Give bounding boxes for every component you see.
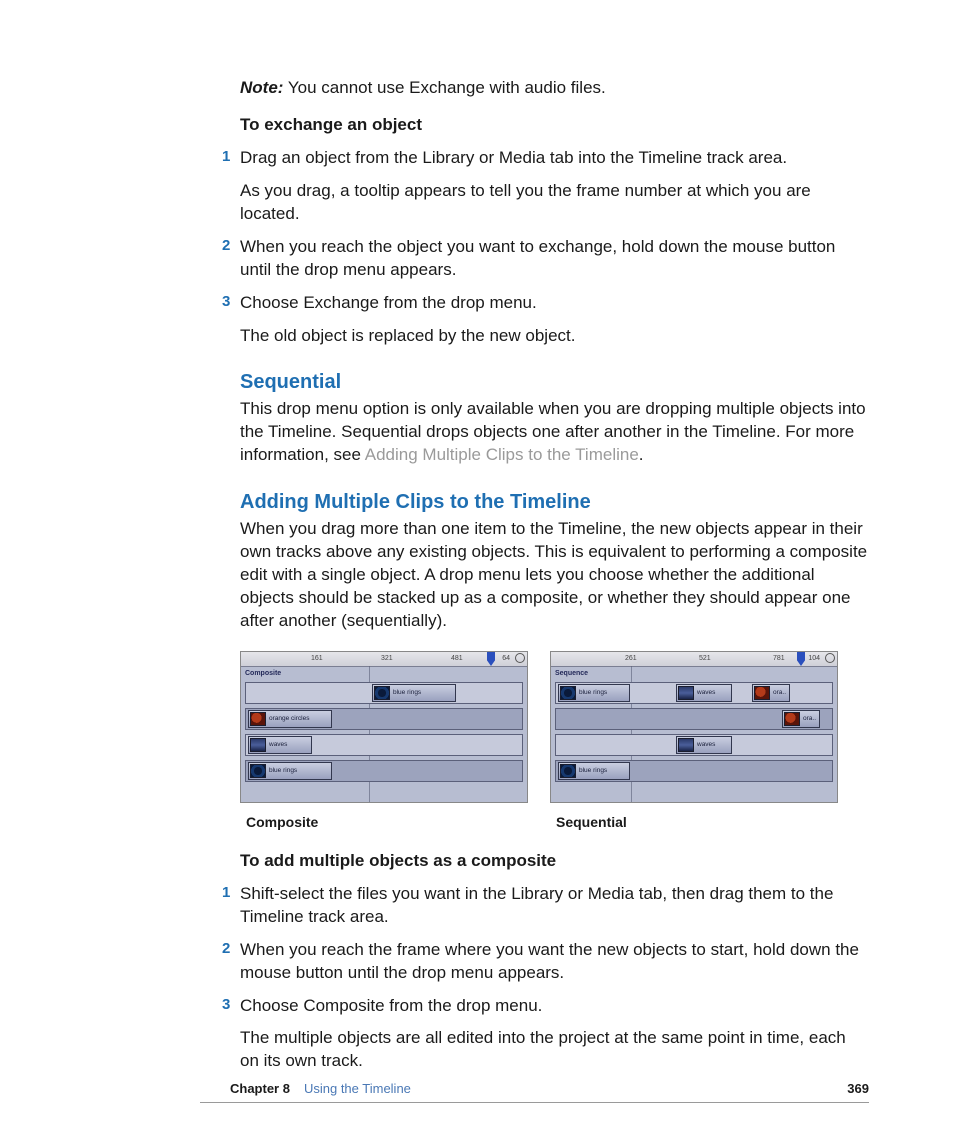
timeline-track: blue rings — [245, 760, 523, 782]
list-item: 3 Choose Exchange from the drop menu. Th… — [240, 292, 869, 348]
clip: ora.. — [782, 710, 820, 728]
ruler-tick: 261 — [625, 654, 637, 663]
footer-page: 369 — [847, 1080, 869, 1098]
timeline-track: waves — [555, 734, 833, 756]
clip: orange circles — [248, 710, 332, 728]
list-item: 3 Choose Composite from the drop menu. T… — [240, 995, 869, 1074]
footer-title: Using the Timeline — [304, 1080, 411, 1098]
ruler-tick: 161 — [311, 654, 323, 663]
clip-thumb-icon — [754, 686, 770, 700]
list-item: 2 When you reach the object you want to … — [240, 236, 869, 282]
zoom-icon — [825, 653, 835, 663]
timeline-ruler: 161 321 481 64 — [241, 652, 527, 667]
step-text: When you reach the object you want to ex… — [240, 236, 869, 282]
figure-sequential: 261 521 781 104 Sequence blue rings — [550, 651, 838, 832]
clip: blue rings — [558, 762, 630, 780]
ruler-tick: 521 — [699, 654, 711, 663]
note-text: You cannot use Exchange with audio files… — [288, 78, 606, 97]
clip-label: ora.. — [773, 689, 786, 698]
timeline-composite: 161 321 481 64 Composite 3 Objects blue … — [240, 651, 528, 803]
step-text: Drag an object from the Library or Media… — [240, 147, 869, 170]
group-label: Sequence — [555, 669, 588, 678]
step-number: 2 — [222, 939, 230, 959]
playhead-icon — [487, 652, 495, 666]
sequential-heading: Sequential — [240, 369, 869, 396]
timeline-ruler: 261 521 781 104 — [551, 652, 837, 667]
exchange-heading: To exchange an object — [240, 114, 869, 137]
step-number: 1 — [222, 883, 230, 903]
step-text: Choose Exchange from the drop menu. — [240, 292, 869, 315]
footer-chapter: Chapter 8 — [230, 1080, 290, 1098]
clip-label: blue rings — [269, 767, 297, 776]
note-line: Note: You cannot use Exchange with audio… — [240, 77, 869, 100]
clip-thumb-icon — [250, 712, 266, 726]
group-label: Composite — [245, 669, 281, 678]
step-text: Choose Composite from the drop menu. — [240, 995, 869, 1018]
clip-thumb-icon — [678, 738, 694, 752]
list-item: 2 When you reach the frame where you wan… — [240, 939, 869, 985]
list-item: 1 Drag an object from the Library or Med… — [240, 147, 869, 226]
adding-heading: Adding Multiple Clips to the Timeline — [240, 489, 869, 516]
clip-thumb-icon — [560, 764, 576, 778]
step-text: Shift-select the files you want in the L… — [240, 883, 869, 929]
clip: blue rings — [372, 684, 456, 702]
clip-thumb-icon — [250, 738, 266, 752]
adding-body: When you drag more than one item to the … — [240, 518, 869, 633]
clip-thumb-icon — [250, 764, 266, 778]
figure-composite: 161 321 481 64 Composite 3 Objects blue … — [240, 651, 528, 832]
sequential-body: This drop menu option is only available … — [240, 398, 869, 467]
clip: waves — [676, 736, 732, 754]
note-label: Note: — [240, 78, 283, 97]
seq-body-b: . — [639, 445, 644, 464]
timeline-track: waves — [245, 734, 523, 756]
timeline-sequential: 261 521 781 104 Sequence blue rings — [550, 651, 838, 803]
ruler-tick: 481 — [451, 654, 463, 663]
clip-label: waves — [697, 741, 715, 750]
figures-row: 161 321 481 64 Composite 3 Objects blue … — [240, 651, 869, 832]
clip-thumb-icon — [784, 712, 800, 726]
figure-caption: Sequential — [556, 813, 838, 832]
timeline-track: ora.. — [555, 708, 833, 730]
step-number: 2 — [222, 236, 230, 256]
step-number: 1 — [222, 147, 230, 167]
playhead-icon — [797, 652, 805, 666]
clip-label: ora.. — [803, 715, 816, 724]
clip: ora.. — [752, 684, 790, 702]
step-after: The old object is replaced by the new ob… — [240, 325, 869, 348]
timeline-track: blue rings — [245, 682, 523, 704]
clip: waves — [248, 736, 312, 754]
timeline-track: orange circles — [245, 708, 523, 730]
clip-thumb-icon — [560, 686, 576, 700]
list-item: 1 Shift-select the files you want in the… — [240, 883, 869, 929]
zoom-icon — [515, 653, 525, 663]
figure-caption: Composite — [246, 813, 528, 832]
timeline-track: blue rings — [555, 760, 833, 782]
composite-heading: To add multiple objects as a composite — [240, 850, 869, 873]
clip-label: waves — [697, 689, 715, 698]
step-number: 3 — [222, 292, 230, 312]
seq-link[interactable]: Adding Multiple Clips to the Timeline — [365, 445, 639, 464]
clip-label: blue rings — [579, 767, 607, 776]
clip: blue rings — [248, 762, 332, 780]
clip-label: blue rings — [393, 689, 421, 698]
step-text: When you reach the frame where you want … — [240, 939, 869, 985]
clip: waves — [676, 684, 732, 702]
clip-label: blue rings — [579, 689, 607, 698]
ruler-tick: 321 — [381, 654, 393, 663]
clip: blue rings — [558, 684, 630, 702]
step-number: 3 — [222, 995, 230, 1015]
step-after: The multiple objects are all edited into… — [240, 1027, 869, 1073]
step-after: As you drag, a tooltip appears to tell y… — [240, 180, 869, 226]
clip-label: waves — [269, 741, 287, 750]
clip-thumb-icon — [374, 686, 390, 700]
page-footer: Chapter 8 Using the Timeline 369 — [200, 1080, 869, 1103]
timeline-track: blue rings waves ora.. — [555, 682, 833, 704]
clip-thumb-icon — [678, 686, 694, 700]
ruler-tick: 64 — [502, 654, 510, 663]
ruler-tick: 104 — [808, 654, 820, 663]
ruler-tick: 781 — [773, 654, 785, 663]
clip-label: orange circles — [269, 715, 309, 724]
